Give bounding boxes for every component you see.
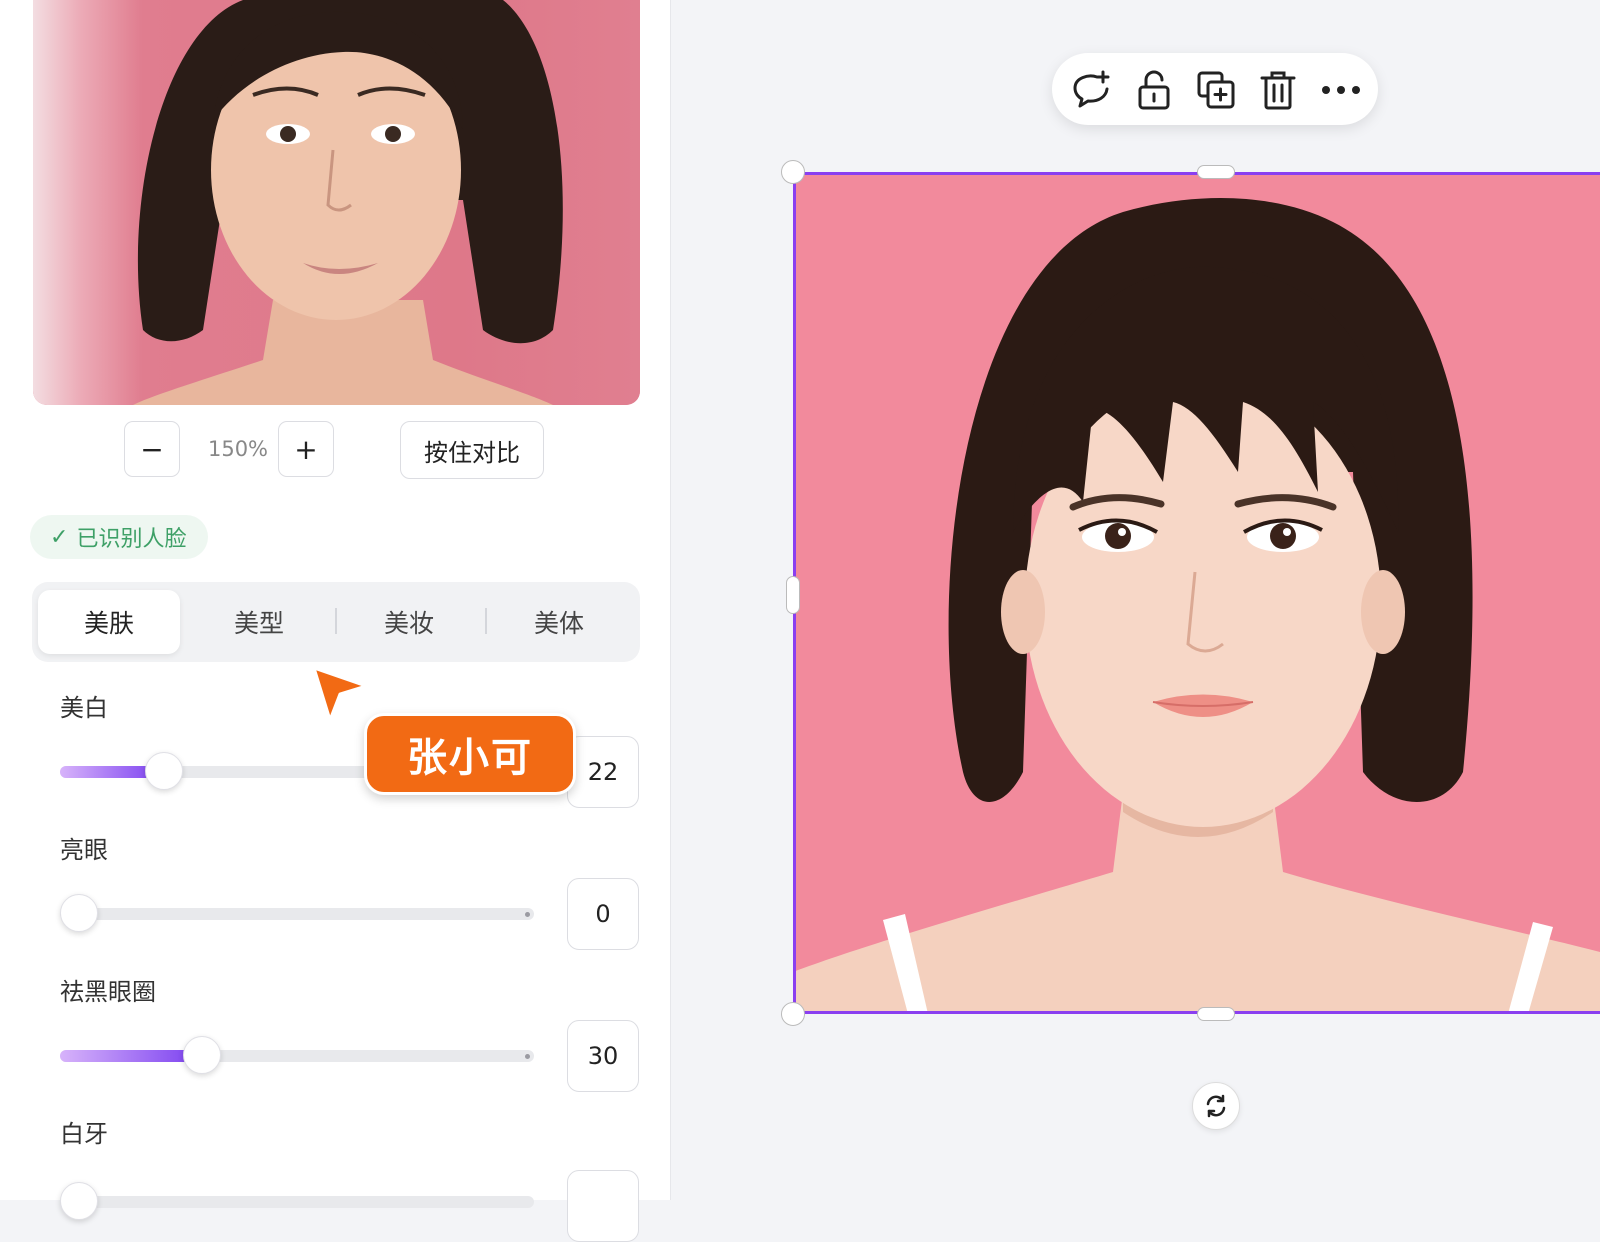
- before-photo: [133, 0, 563, 405]
- beauty-panel: − 150% + 按住对比 ✓ 已识别人脸 美肤 美型 美妆 美体 美白 22 …: [0, 0, 671, 1242]
- zoom-out-button[interactable]: −: [124, 421, 180, 477]
- before-preview: [33, 0, 640, 405]
- rotate-icon: [1206, 1094, 1226, 1118]
- resize-handle-bottom-left[interactable]: [781, 1002, 805, 1026]
- slider-track[interactable]: [60, 1036, 534, 1074]
- slider-value-box[interactable]: 30: [567, 1020, 639, 1092]
- zoom-in-button[interactable]: +: [278, 421, 334, 477]
- tab-makeup[interactable]: 美妆: [338, 590, 480, 654]
- comment-add-icon[interactable]: [1068, 67, 1114, 113]
- slider-label: 美白: [60, 694, 108, 722]
- rotate-button[interactable]: [1192, 1082, 1240, 1130]
- resize-handle-left[interactable]: [786, 576, 800, 614]
- beauty-tabs: 美肤 美型 美妆 美体: [32, 582, 640, 662]
- zoom-level: 150%: [207, 437, 269, 461]
- lock-icon[interactable]: [1131, 67, 1177, 113]
- face-detected-text: 已识别人脸: [76, 527, 187, 552]
- tab-body[interactable]: 美体: [488, 590, 630, 654]
- face-detected-badge: ✓ 已识别人脸: [30, 515, 209, 559]
- slider-value-box[interactable]: 22: [567, 736, 639, 808]
- slider-fill: [60, 1050, 203, 1062]
- slider-value-box[interactable]: 0: [567, 878, 639, 950]
- resize-handle-top-left[interactable]: [781, 160, 805, 184]
- selected-image[interactable]: [793, 172, 1600, 1014]
- slider-knob[interactable]: [60, 1182, 98, 1220]
- resize-handle-top[interactable]: [1197, 165, 1235, 179]
- retouched-photo: [793, 198, 1600, 1014]
- slider-knob[interactable]: [145, 752, 184, 790]
- trash-icon[interactable]: [1255, 67, 1301, 113]
- slider-knob[interactable]: [60, 894, 98, 932]
- track-end-dot: [525, 912, 530, 917]
- slider-value-box[interactable]: [567, 1170, 639, 1242]
- slider-track[interactable]: [60, 894, 534, 932]
- slider-knob[interactable]: [183, 1036, 222, 1074]
- slider-label: 祛黑眼圈: [60, 978, 156, 1006]
- slider-label: 亮眼: [60, 836, 108, 864]
- more-icon[interactable]: [1318, 67, 1364, 113]
- track-end-dot: [525, 1054, 530, 1059]
- slider-track[interactable]: [60, 1182, 534, 1220]
- tab-skin[interactable]: 美肤: [38, 590, 180, 654]
- check-icon: ✓: [50, 524, 69, 550]
- slider-label: 白牙: [60, 1120, 108, 1148]
- resize-handle-bottom[interactable]: [1197, 1007, 1235, 1021]
- tab-divider: [335, 608, 337, 634]
- tab-divider: [485, 608, 487, 634]
- tab-shape[interactable]: 美型: [188, 590, 330, 654]
- duplicate-icon[interactable]: [1193, 67, 1239, 113]
- element-toolbar: [1052, 53, 1378, 125]
- hold-compare-button[interactable]: 按住对比: [400, 421, 544, 479]
- collaborator-name-tag: 张小可: [364, 713, 576, 795]
- collaborator-cursor-icon: [312, 666, 368, 722]
